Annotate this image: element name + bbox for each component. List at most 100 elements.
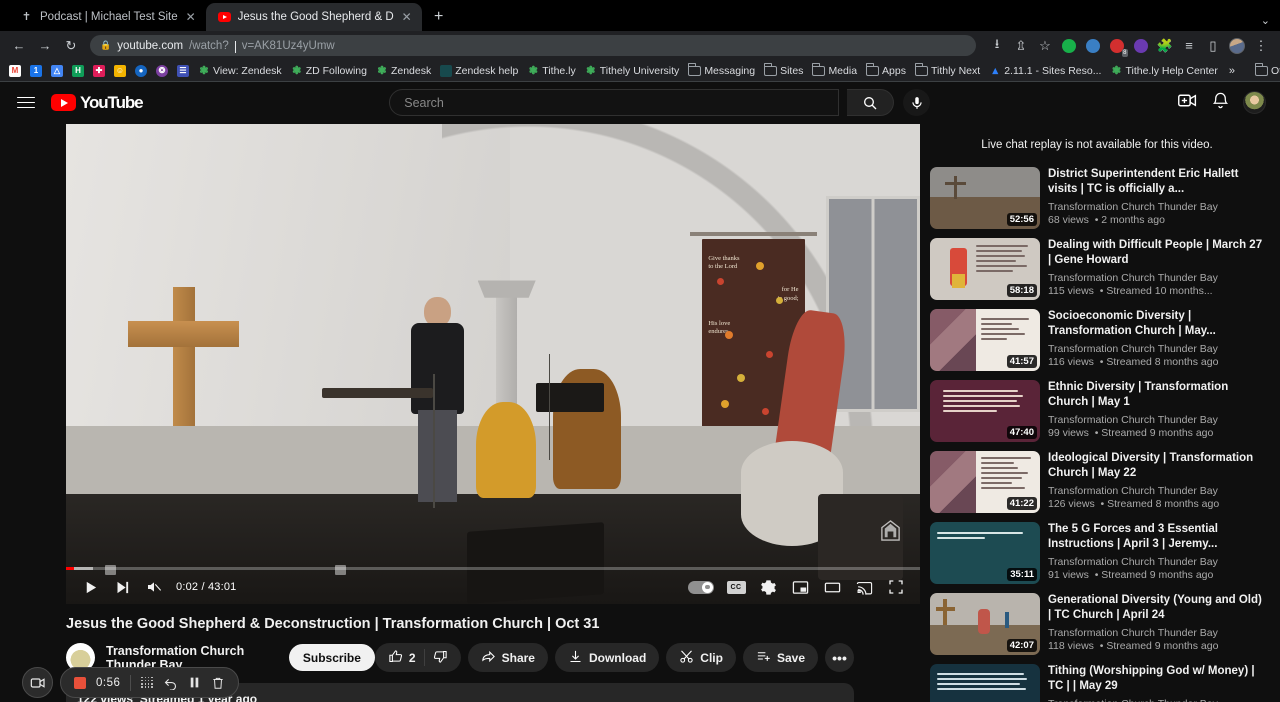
bookmark-star-icon[interactable]: ☆ <box>1034 35 1056 57</box>
extension-grammarly-icon[interactable] <box>1082 35 1104 57</box>
subscribe-button[interactable]: Subscribe <box>288 644 375 672</box>
video-thumbnail[interactable] <box>930 664 1040 702</box>
browser-tab-1[interactable]: ✝ Podcast | Michael Test Site ✕ <box>8 3 206 31</box>
download-button[interactable]: Download <box>554 643 660 673</box>
play-icon[interactable] <box>74 570 106 604</box>
search-input[interactable]: Search <box>389 89 840 116</box>
extension-m-icon[interactable] <box>1058 35 1080 57</box>
list-item[interactable]: 58:18 Dealing with Difficult People | Ma… <box>930 238 1264 300</box>
volume-muted-icon[interactable] <box>138 570 170 604</box>
extension-lastpass-icon[interactable]: 8 <box>1106 35 1128 57</box>
list-item[interactable]: 41:22 Ideological Diversity | Transforma… <box>930 451 1264 513</box>
youtube-watermark-icon[interactable] <box>879 519 902 542</box>
captions-icon[interactable]: CC <box>720 570 752 604</box>
bookmark-folder-media[interactable]: Media <box>809 63 860 77</box>
chrome-menu-icon[interactable]: ⋮ <box>1250 35 1272 57</box>
bookmark-item-tithely-university[interactable]: ❃ Tithely University <box>582 65 683 78</box>
page-title: Jesus the Good Shepherd & Deconstruction… <box>66 616 600 632</box>
bookmarks-overflow-icon[interactable]: » <box>1224 65 1240 77</box>
autoplay-toggle[interactable] <box>688 580 714 594</box>
share-icon[interactable]: ⇫ <box>1010 35 1032 57</box>
profile-avatar-icon[interactable] <box>1226 35 1248 57</box>
create-video-icon[interactable] <box>1177 90 1198 116</box>
fullscreen-icon[interactable] <box>880 570 912 604</box>
bookmark-item-zendesk[interactable]: ❃ Zendesk <box>373 65 434 78</box>
bookmark-item[interactable]: △ <box>48 64 66 77</box>
save-button[interactable]: Save <box>742 643 818 673</box>
reload-icon[interactable]: ↻ <box>60 35 82 57</box>
bookmark-item-view-zendesk[interactable]: ❃ View: Zendesk <box>195 65 285 78</box>
bookmark-folder-tithly-next[interactable]: Tithly Next <box>912 63 983 77</box>
bookmark-item-zd-following[interactable]: ❃ ZD Following <box>288 65 370 78</box>
bookmark-item-tithely-help-center[interactable]: ❃ Tithe.ly Help Center <box>1107 65 1220 78</box>
miniplayer-icon[interactable] <box>784 570 816 604</box>
address-bar[interactable]: 🔒 youtube.com/watch? v=AK81Uz4yUmw <box>90 35 976 56</box>
theater-mode-icon[interactable] <box>816 570 848 604</box>
new-tab-button[interactable]: + <box>426 4 452 30</box>
video-thumbnail[interactable]: 52:56 <box>930 167 1040 229</box>
hamburger-icon[interactable] <box>14 91 38 115</box>
back-icon[interactable]: ← <box>8 35 30 57</box>
bookmark-item[interactable]: M <box>6 64 24 77</box>
video-thumbnail[interactable]: 58:18 <box>930 238 1040 300</box>
account-avatar[interactable] <box>1243 91 1266 114</box>
browser-tab-2[interactable]: Jesus the Good Shepherd & D ✕ <box>205 3 422 31</box>
bookmark-folder-sites[interactable]: Sites <box>761 63 806 77</box>
forward-icon[interactable]: → <box>34 35 56 57</box>
video-info: Dealing with Difficult People | March 27… <box>1048 238 1264 300</box>
next-track-icon[interactable] <box>106 570 138 604</box>
pause-icon[interactable] <box>188 676 201 689</box>
list-item[interactable]: Tithing (Worshipping God w/ Money) | TC … <box>930 664 1264 702</box>
bell-icon[interactable] <box>1211 91 1230 115</box>
trash-icon[interactable] <box>211 676 225 690</box>
search-button[interactable] <box>847 89 895 116</box>
stop-recording-icon[interactable] <box>74 676 86 689</box>
more-actions-button[interactable]: ••• <box>825 643 854 673</box>
bookmark-item[interactable]: ✚ <box>90 64 108 77</box>
tab-close-icon[interactable]: ✕ <box>185 10 197 24</box>
tab-search-chevron-icon[interactable]: ⌄ <box>1261 14 1270 27</box>
list-item[interactable]: 42:07 Generational Diversity (Young and … <box>930 593 1264 655</box>
bookmark-item[interactable]: ☺ <box>111 64 129 77</box>
thumbs-down-icon[interactable] <box>433 649 448 667</box>
music-stand <box>535 383 604 412</box>
bookmark-folder-messaging[interactable]: Messaging <box>685 63 758 77</box>
video-thumbnail[interactable]: 47:40 <box>930 380 1040 442</box>
thumbs-up-icon[interactable] <box>388 649 403 667</box>
list-item[interactable]: 52:56 District Superintendent Eric Halle… <box>930 167 1264 229</box>
bookmark-item-sites-reso[interactable]: ▴ 2.11.1 - Sites Reso... <box>986 65 1104 78</box>
video-thumbnail[interactable]: 42:07 <box>930 593 1040 655</box>
extension-purple-icon[interactable] <box>1130 35 1152 57</box>
bookmark-folder-apps[interactable]: Apps <box>863 63 909 77</box>
video-stats: 91 views • Streamed 9 months ago <box>1048 568 1214 581</box>
share-button[interactable]: Share <box>467 643 548 673</box>
bookmark-item[interactable]: 1 <box>27 64 45 77</box>
bookmark-item-tithely[interactable]: ❃ Tithe.ly <box>524 65 578 78</box>
video-thumbnail[interactable]: 41:57 <box>930 309 1040 371</box>
list-item[interactable]: 35:11 The 5 G Forces and 3 Essential Ins… <box>930 522 1264 584</box>
video-thumbnail[interactable]: 41:22 <box>930 451 1040 513</box>
youtube-logo[interactable]: YouTube <box>51 93 144 113</box>
gear-icon[interactable] <box>752 570 784 604</box>
video-player[interactable]: Give thanks to the Lord for He is good; … <box>66 124 920 604</box>
cast-icon[interactable] <box>848 570 880 604</box>
side-panel-icon[interactable]: ▯ <box>1202 35 1224 57</box>
extensions-puzzle-icon[interactable]: 🧩 <box>1154 35 1176 57</box>
tab-close-icon[interactable]: ✕ <box>401 10 413 24</box>
clip-button[interactable]: Clip <box>666 643 736 673</box>
bookmark-item[interactable]: ❂ <box>153 64 171 77</box>
reading-list-icon[interactable]: ≡ <box>1178 35 1200 57</box>
bookmark-item[interactable]: ● <box>132 64 150 77</box>
microphone-icon[interactable] <box>903 89 931 116</box>
list-item[interactable]: 41:57 Socioeconomic Diversity | Transfor… <box>930 309 1264 371</box>
list-item[interactable]: 47:40 Ethnic Diversity | Transformation … <box>930 380 1264 442</box>
install-icon[interactable]: ⭳ <box>986 35 1008 57</box>
bookmark-item[interactable]: H <box>69 64 87 77</box>
other-bookmarks-folder[interactable]: Other Bookmarks <box>1252 63 1280 77</box>
video-thumbnail[interactable]: 35:11 <box>930 522 1040 584</box>
bookmark-item[interactable]: ☰ <box>174 64 192 77</box>
bookmark-item-zendesk-help[interactable]: Zendesk help <box>437 64 521 77</box>
undo-icon[interactable] <box>163 675 178 690</box>
video-camera-icon[interactable] <box>22 667 53 698</box>
dots-grid-icon[interactable] <box>141 676 153 689</box>
